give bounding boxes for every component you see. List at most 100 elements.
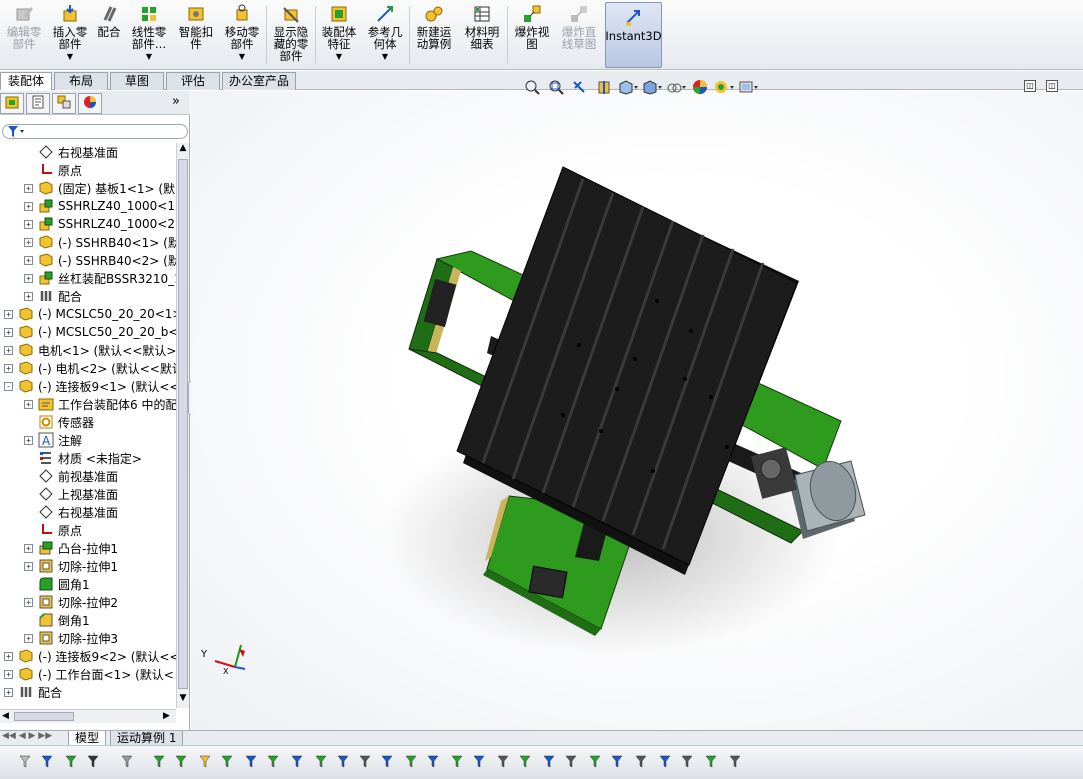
tree-item[interactable]: 圆角1 [38,575,90,593]
tree-item[interactable]: 右视基准面 [38,143,118,161]
tree-item[interactable]: 倒角1 [38,611,90,629]
assembly-features-button[interactable]: 装配体 特征 ▼ [317,4,361,68]
explode-line-sketch-button[interactable]: 爆炸直 线草图 [556,4,602,68]
apply-scene-icon[interactable] [714,78,734,96]
tab-scroll-arrows[interactable]: ◀◀ ◀ ▶ ▶▶ [2,731,52,741]
tab-motion-study-1[interactable]: 运动算例 1 [110,731,184,746]
select-arrow-icon[interactable] [84,752,102,770]
filter-surface-bodies-icon[interactable] [656,752,674,770]
filter-faces-icon[interactable] [196,752,214,770]
exploded-view-button[interactable]: 爆炸视 图 [509,4,555,68]
scroll-thumb[interactable] [178,159,188,689]
graphics-area[interactable]: Y X [191,91,1083,730]
dropdown-arrow-icon[interactable]: ▼ [336,51,342,63]
hscroll-thumb[interactable] [14,712,74,721]
tree-item[interactable]: 原点 [38,161,82,179]
tree-horizontal-scrollbar[interactable]: ◀ ▶ [0,709,176,723]
tree-item[interactable]: (-) 连接板9<1> (默认<< [18,377,176,395]
tree-item[interactable]: (-) SSHRB40<2> (默认 [38,251,176,269]
expand-toggle-icon[interactable]: + [24,184,33,193]
expand-toggle-icon[interactable]: + [4,652,13,661]
dropdown-arrow-icon[interactable]: ▼ [239,51,245,63]
appearance-manager-tab[interactable] [78,93,102,114]
scroll-right-icon[interactable]: ▶ [163,711,170,721]
expand-toggle-icon[interactable]: + [4,364,13,373]
filter-solid-bodies-icon[interactable] [632,752,650,770]
tree-item[interactable]: 电机<1> (默认<<默认>_显 [18,341,176,359]
collapse-toggle-icon[interactable]: - [4,382,13,391]
expand-toggle-icon[interactable]: + [24,436,33,445]
instant3d-button[interactable]: Instant3D [605,2,662,68]
expand-toggle-icon[interactable]: + [24,400,33,409]
expand-toggle-icon[interactable]: + [4,670,13,679]
filter-toggle-icon[interactable] [16,752,34,770]
tree-item[interactable]: 原点 [38,521,82,539]
tree-item[interactable]: 切除-拉伸1 [38,557,118,575]
expand-toggle-icon[interactable]: + [24,220,33,229]
filter-axes-icon[interactable] [242,752,260,770]
view-settings-icon[interactable] [738,78,758,96]
feature-manager-tab[interactable] [0,93,24,114]
tree-item[interactable]: 切除-拉伸3 [38,629,118,647]
filter-surface-icon[interactable] [218,752,236,770]
tab-assembly[interactable]: 装配体 [0,72,52,90]
expand-toggle-icon[interactable]: + [24,274,33,283]
filter-mid-points-icon[interactable] [540,752,558,770]
tree-item[interactable]: 配合 [38,287,82,305]
configuration-manager-tab[interactable] [52,93,76,114]
filter-all-icon[interactable] [726,752,744,770]
filter-centerlines-icon[interactable] [494,752,512,770]
filter-hole-icon[interactable] [586,752,604,770]
tree-item[interactable]: 上视基准面 [38,485,118,503]
tab-sketch[interactable]: 草图 [110,72,164,90]
zoom-to-fit-icon[interactable] [522,78,542,96]
tree-item[interactable]: SSHRLZ40_1000<2> (S [38,215,176,233]
tile-right-icon[interactable]: ◫ [1046,80,1058,92]
tree-item[interactable]: (固定) 基板1<1> (默 [38,179,175,197]
tree-item[interactable]: (-) 工作台面<1> (默认< [18,665,174,683]
tree-vertical-scrollbar[interactable]: ▲ ▼ [176,143,189,708]
scroll-down-icon[interactable]: ▼ [177,693,189,707]
tree-item[interactable]: 传感器 [38,413,94,431]
filter-vertices-icon[interactable] [150,752,168,770]
show-hidden-components-button[interactable]: 显示隐 藏的零 部件 [268,4,314,68]
filter-planes-icon[interactable] [264,752,282,770]
tab-evaluate[interactable]: 评估 [166,72,220,90]
filter-dowel-icon[interactable] [562,752,580,770]
tab-layout[interactable]: 布局 [54,72,108,90]
new-motion-study-button[interactable]: 新建运 动算例 [411,4,457,68]
smart-fasteners-button[interactable]: 智能扣 件 [174,4,218,68]
hide-show-items-icon[interactable] [666,78,686,96]
zoom-to-area-icon[interactable] [546,78,566,96]
expand-toggle-icon[interactable]: + [24,562,33,571]
bill-of-materials-button[interactable]: 材料明 细表 [459,4,505,68]
mate-button[interactable]: 配合 [94,4,124,68]
section-view-icon[interactable] [594,78,614,96]
tile-left-icon[interactable]: ◫ [1024,80,1036,92]
tree-item[interactable]: 配合 [18,683,62,701]
expand-toggle-icon[interactable]: + [24,256,33,265]
expand-toggle-icon[interactable]: + [4,346,13,355]
tree-item[interactable]: (-) 连接板9<2> (默认<< [18,647,176,665]
filter-balloons-icon[interactable] [356,752,374,770]
tree-item[interactable]: SSHRLZ40_1000<1> (S [38,197,176,215]
filter-connection-icon[interactable] [702,752,720,770]
tree-item[interactable]: A 注解 [38,431,82,449]
panel-expand-icon[interactable]: » [172,94,180,109]
expand-toggle-icon[interactable]: + [24,634,33,643]
display-style-icon[interactable] [642,78,662,96]
tree-filter-input[interactable] [2,124,188,139]
scroll-left-icon[interactable]: ◀ [2,711,9,721]
tree-item[interactable]: 工作台装配体6 中的配 [38,395,176,413]
filter-tolerances-icon[interactable] [424,752,442,770]
assembly-model-view[interactable] [191,91,1083,730]
tree-item[interactable]: (-) MCSLC50_20_20<1> ( [18,305,176,323]
filter-dropdown-icon[interactable] [38,752,56,770]
filter-cog-icon[interactable] [678,752,696,770]
edit-appearance-icon[interactable] [690,78,710,96]
filter-sketch-points-icon[interactable] [288,752,306,770]
expand-toggle-icon[interactable]: + [24,238,33,247]
edit-component-button[interactable]: 编辑零 部件 [2,4,46,68]
tree-item[interactable]: 材质 <未指定> [38,449,142,467]
filter-routing-icon[interactable] [516,752,534,770]
